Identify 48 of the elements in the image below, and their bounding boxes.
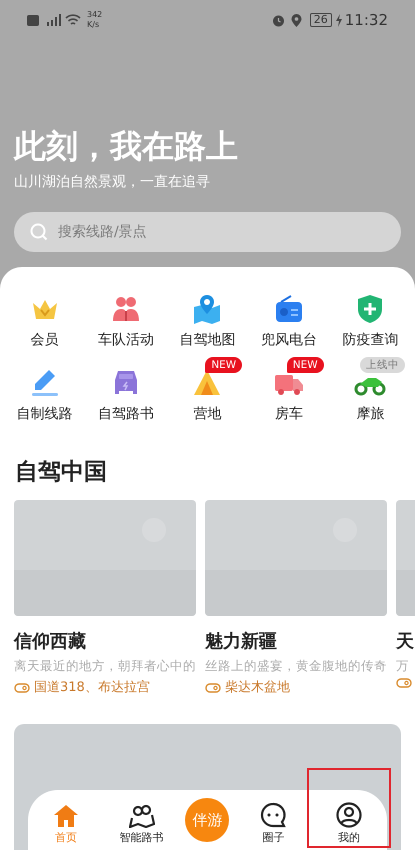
clock-time: 11:32 xyxy=(344,10,388,31)
shortcut-item[interactable]: 车队活动 xyxy=(85,283,167,351)
chat-bubble-icon xyxy=(260,802,286,828)
nav-tab[interactable]: 我的 xyxy=(317,788,382,848)
status-badge: 上线中 xyxy=(360,357,405,373)
route-tag: 国道318、布达拉宫 xyxy=(34,678,150,698)
map-pins-icon xyxy=(128,804,155,828)
charging-icon xyxy=(334,14,343,26)
shortcut-item[interactable]: 兜风电台 xyxy=(248,283,330,351)
shortcut-item[interactable]: 会员 xyxy=(4,283,86,351)
route-description: 万 xyxy=(396,656,409,674)
route-description: 离天最近的地方，朝拜者心中的 xyxy=(14,656,196,674)
home-icon xyxy=(52,804,79,828)
route-title: 信仰西藏 xyxy=(14,630,86,654)
tag-icon xyxy=(205,683,221,693)
shortcut-item[interactable]: NEW 营地 xyxy=(166,357,248,425)
shortcut-item[interactable]: 防疫查询 xyxy=(330,283,411,351)
route-tag: 柴达木盆地 xyxy=(225,678,290,698)
hero-title: 此刻，我在路上 xyxy=(14,126,239,166)
nav-tab[interactable]: 圈子 xyxy=(241,788,306,848)
search-input[interactable]: 搜索线路/景点 xyxy=(58,222,385,242)
route-card[interactable]: 天 万 xyxy=(396,500,415,698)
hero-subtitle: 山川湖泊自然景观，一直在追寻 xyxy=(14,173,211,192)
user-icon xyxy=(336,802,362,828)
tag-icon xyxy=(14,683,30,693)
wifi-icon xyxy=(65,14,81,26)
status-badge: NEW xyxy=(286,357,324,373)
route-card[interactable]: 信仰西藏 离天最近的地方，朝拜者心中的 国道318、布达拉宫 xyxy=(14,500,196,698)
shortcut-item[interactable]: 上线中 摩旅 xyxy=(330,357,411,425)
search-field[interactable]: 搜索线路/景点 xyxy=(14,212,401,252)
location-icon xyxy=(290,14,302,26)
route-card[interactable]: 魅力新疆 丝路上的盛宴，黄金腹地的传奇 柴达木盆地 xyxy=(205,500,387,698)
nav-tab[interactable]: 智能路书 xyxy=(110,788,174,848)
alarm-icon xyxy=(272,14,285,26)
route-description: 丝路上的盛宴，黄金腹地的传奇 xyxy=(205,656,387,674)
route-title: 魅力新疆 xyxy=(205,630,277,654)
battery-level: 26 xyxy=(310,13,332,27)
status-badge: NEW xyxy=(205,357,242,373)
route-title: 天 xyxy=(396,630,414,654)
shortcut-item[interactable]: 自驾路书 xyxy=(85,357,167,425)
section-title: 自驾中国 xyxy=(14,458,108,487)
speed-unit: K/s xyxy=(87,20,100,30)
tag-icon xyxy=(396,678,412,688)
search-icon xyxy=(30,223,48,241)
network-speed: 342 xyxy=(87,10,102,20)
shortcut-item[interactable]: 自驾地图 xyxy=(166,283,248,351)
shortcut-item[interactable]: NEW 房车 xyxy=(248,357,330,425)
shortcut-item[interactable]: 自制线路 xyxy=(4,357,86,425)
